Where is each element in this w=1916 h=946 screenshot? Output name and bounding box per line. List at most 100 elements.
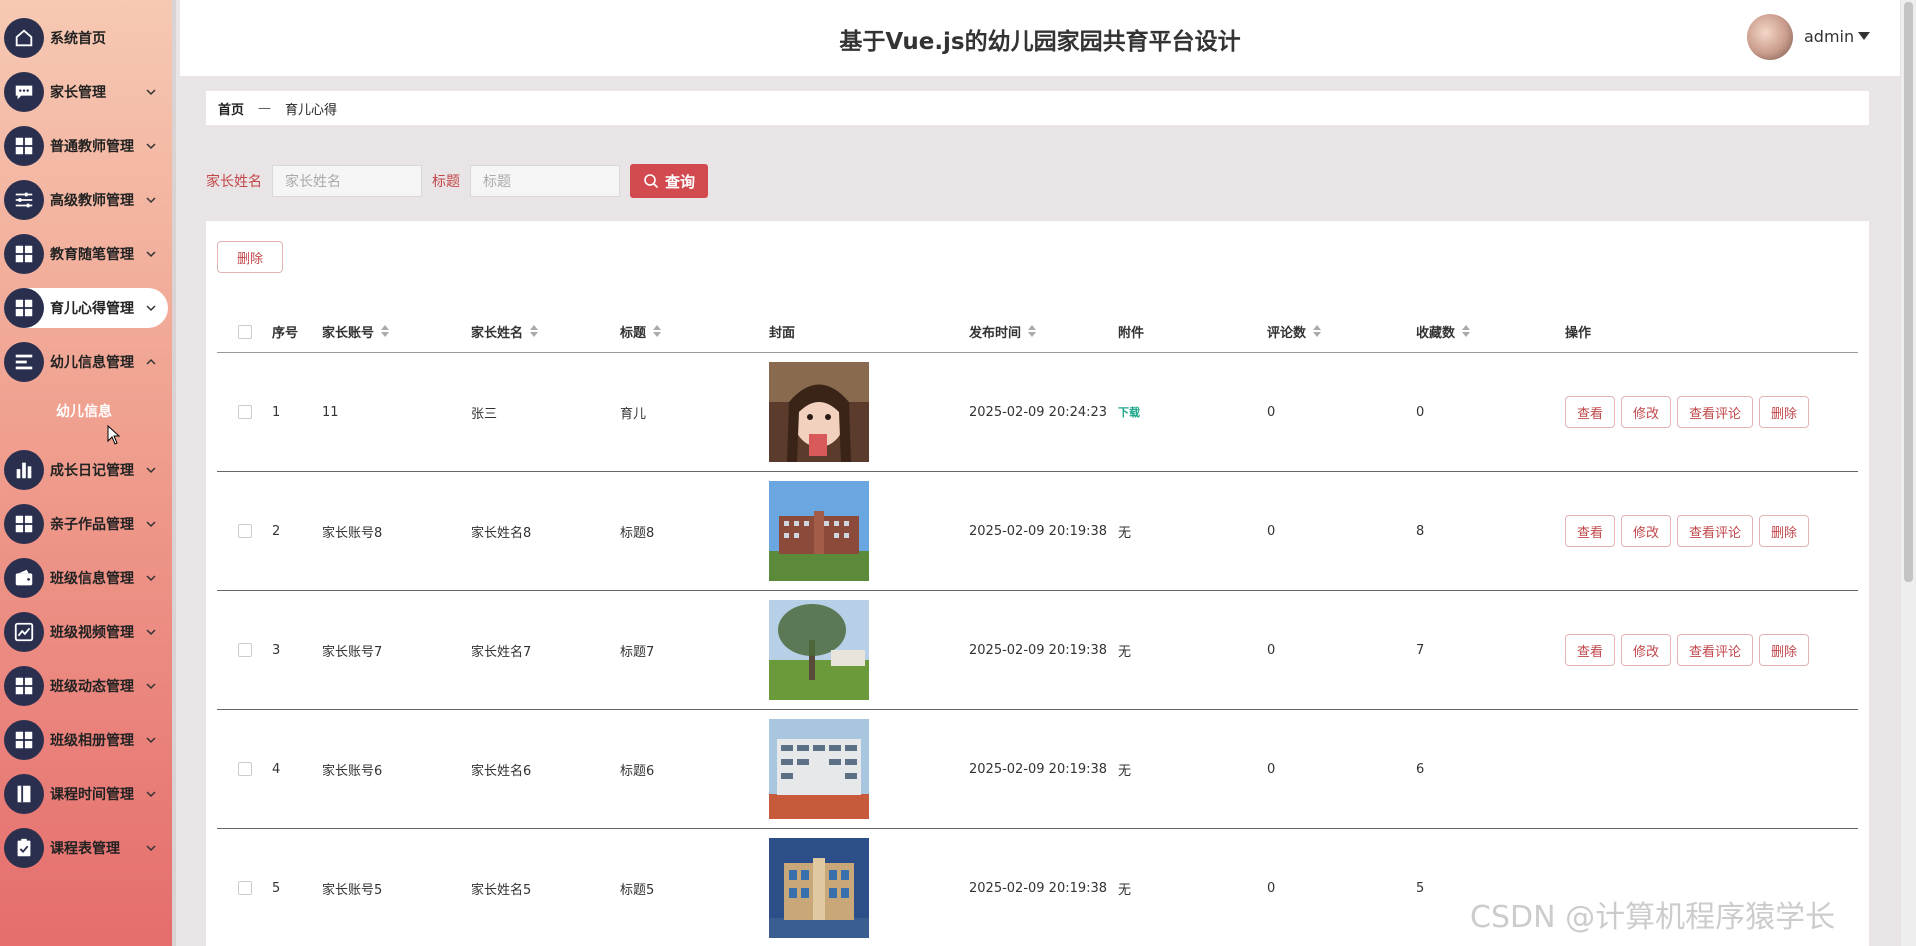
row-checkbox[interactable]: [237, 762, 252, 776]
header-cover: 封面: [769, 326, 796, 341]
grid-icon: [4, 126, 44, 166]
header-account[interactable]: 家长账号: [322, 322, 374, 341]
view-button[interactable]: 查看: [1565, 634, 1616, 666]
row-checkbox[interactable]: [237, 881, 252, 895]
view-button[interactable]: 查看: [1565, 515, 1616, 547]
sidebar-item-1[interactable]: 系统首页: [4, 18, 168, 58]
edit-button[interactable]: 修改: [1621, 396, 1672, 428]
list-icon: [4, 342, 44, 382]
delete-button[interactable]: 删除: [1759, 396, 1810, 428]
sidebar-item-2[interactable]: 家长管理: [4, 72, 168, 112]
row-checkbox[interactable]: [237, 405, 252, 419]
row-idx: 1: [272, 404, 281, 420]
search-button-label: 查询: [664, 173, 695, 191]
row-title: 育儿: [620, 406, 647, 422]
row-checkbox[interactable]: [237, 643, 252, 657]
cover-thumbnail[interactable]: [769, 719, 869, 819]
view-comments-button[interactable]: 查看评论: [1677, 396, 1754, 428]
sidebar-item-label: 班级相册管理: [50, 733, 134, 749]
sidebar-item-9[interactable]: 亲子作品管理: [4, 504, 168, 544]
sidebar-item-15[interactable]: 课程表管理: [4, 828, 168, 868]
sort-icon[interactable]: [380, 324, 390, 339]
delete-button[interactable]: 删除: [1759, 634, 1810, 666]
chevron-down-icon: [146, 791, 156, 798]
chevron-down-icon: [146, 845, 156, 852]
view-comments-button[interactable]: 查看评论: [1677, 634, 1754, 666]
select-all-checkbox[interactable]: [237, 324, 252, 339]
scrollbar[interactable]: [1901, 0, 1916, 946]
view-button[interactable]: 查看: [1565, 396, 1616, 428]
row-favorites: 6: [1416, 761, 1425, 777]
batch-delete-button[interactable]: 删除: [217, 241, 283, 273]
chevron-down-icon: [146, 251, 156, 258]
row-actions: 查看 修改 查看评论 删除: [1565, 396, 1865, 428]
data-table: 序号 家长账号 家长姓名 标题 封面 发布时间 附件 评论数 收藏数 操作 11…: [217, 311, 1858, 946]
cover-thumbnail[interactable]: [769, 600, 869, 700]
row-time: 2025-02-09 20:19:38: [969, 642, 1108, 658]
sidebar-item-4[interactable]: 高级教师管理: [4, 180, 168, 220]
sidebar-item-13[interactable]: 班级相册管理: [4, 720, 168, 760]
sidebar-item-7[interactable]: 幼儿信息管理: [4, 342, 168, 382]
cover-thumbnail[interactable]: [769, 838, 869, 938]
chevron-down-icon: [146, 521, 156, 528]
header-time[interactable]: 发布时间: [969, 322, 1021, 341]
sort-icon[interactable]: [1312, 324, 1322, 339]
sort-icon[interactable]: [1461, 324, 1471, 339]
delete-button[interactable]: 删除: [1759, 515, 1810, 547]
grid-icon: [4, 288, 44, 328]
scrollbar-thumb[interactable]: [1904, 2, 1913, 582]
chevron-down-icon: [146, 89, 156, 96]
row-actions: 查看 修改 查看评论 删除: [1565, 515, 1865, 547]
header-favorites[interactable]: 收藏数: [1416, 322, 1455, 341]
breadcrumb-separator: —: [258, 100, 272, 116]
sidebar-item-6[interactable]: 育儿心得管理: [4, 288, 168, 328]
row-checkbox[interactable]: [237, 524, 252, 538]
sidebar-subitem-child-info[interactable]: 幼儿信息: [56, 401, 112, 421]
download-link[interactable]: 下载: [1118, 404, 1140, 420]
row-idx: 2: [272, 523, 281, 539]
view-comments-button[interactable]: 查看评论: [1677, 515, 1754, 547]
edit-button[interactable]: 修改: [1621, 515, 1672, 547]
header-comments[interactable]: 评论数: [1267, 322, 1306, 341]
sidebar-item-label: 班级动态管理: [50, 679, 134, 695]
sort-icon[interactable]: [529, 324, 539, 339]
title-label: 标题: [432, 174, 460, 190]
sidebar: 系统首页家长管理普通教师管理高级教师管理教育随笔管理 育儿心得管理 幼儿信息管理 成长…: [0, 0, 176, 946]
row-name: 家长姓名7: [471, 644, 532, 660]
sidebar-item-label: 高级教师管理: [50, 193, 134, 209]
header-title[interactable]: 标题: [620, 322, 646, 341]
row-comments: 0: [1267, 404, 1276, 420]
sidebar-item-14[interactable]: 课程时间管理: [4, 774, 168, 814]
user-name[interactable]: admin: [1804, 27, 1854, 46]
cover-thumbnail[interactable]: [769, 481, 869, 581]
sidebar-item-12[interactable]: 班级动态管理: [4, 666, 168, 706]
sidebar-item-10[interactable]: 班级信息管理: [4, 558, 168, 598]
sort-icon[interactable]: [652, 324, 662, 339]
row-comments: 0: [1267, 761, 1276, 777]
row-name: 家长姓名8: [471, 525, 532, 541]
sidebar-item-3[interactable]: 普通教师管理: [4, 126, 168, 166]
chevron-down-icon: [146, 467, 156, 474]
cover-thumbnail[interactable]: [769, 362, 869, 462]
caret-down-icon[interactable]: [1858, 32, 1870, 40]
row-comments: 0: [1267, 523, 1276, 539]
sort-icon[interactable]: [1027, 324, 1037, 339]
avatar[interactable]: [1747, 14, 1793, 60]
page-title: 基于Vue.js的幼儿园家园共育平台设计: [839, 29, 1241, 55]
row-time: 2025-02-09 20:19:38: [969, 880, 1108, 896]
breadcrumb-home[interactable]: 首页: [218, 99, 244, 118]
sidebar-item-label: 家长管理: [50, 85, 106, 101]
attach-value: 无: [1118, 763, 1132, 779]
header-name[interactable]: 家长姓名: [471, 322, 523, 341]
parent-name-input[interactable]: [272, 165, 422, 197]
header-ops: 操作: [1565, 326, 1592, 341]
title-input[interactable]: [470, 165, 620, 197]
grid-icon: [4, 720, 44, 760]
search-button[interactable]: 查询: [630, 164, 708, 198]
table-row: 3 家长账号7 家长姓名7 标题7 2025-02-09 20:19:38 无 0 7 查看 修改…: [217, 591, 1858, 710]
sidebar-item-8[interactable]: 成长日记管理: [4, 450, 168, 490]
edit-button[interactable]: 修改: [1621, 634, 1672, 666]
book-icon: [4, 774, 44, 814]
sidebar-item-5[interactable]: 教育随笔管理: [4, 234, 168, 274]
sidebar-item-11[interactable]: 班级视频管理: [4, 612, 168, 652]
